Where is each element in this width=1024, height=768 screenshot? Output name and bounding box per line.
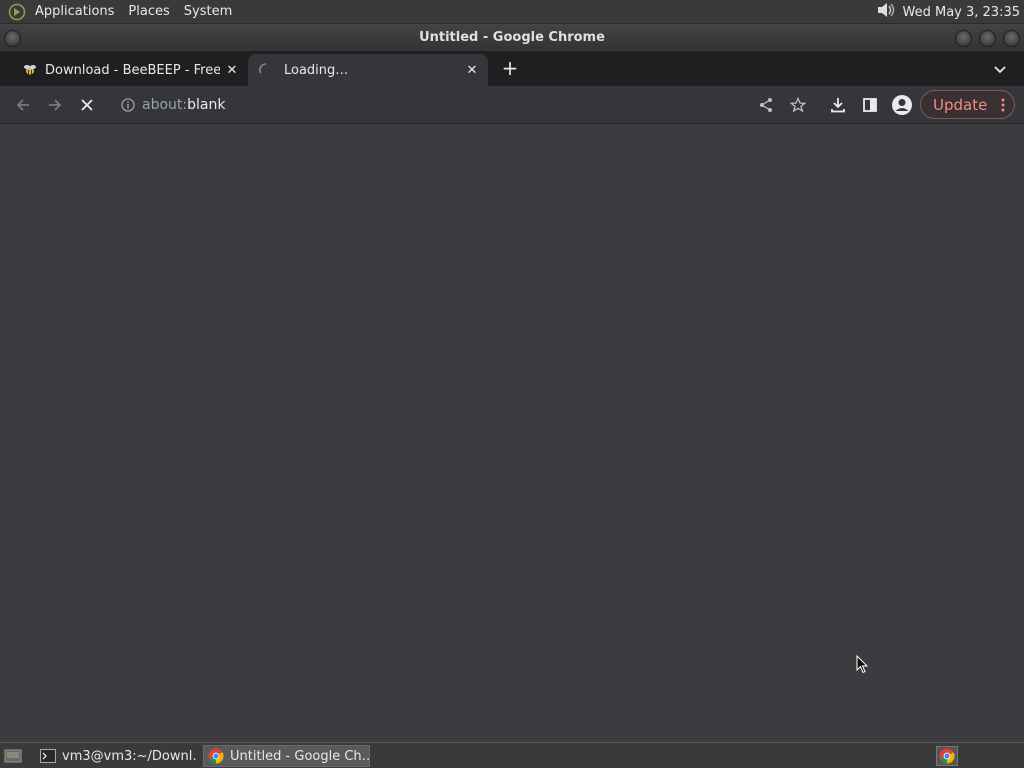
page-content-area[interactable]	[0, 125, 1024, 742]
new-tab-button[interactable]: +	[499, 56, 521, 80]
window-title: Untitled - Google Chrome	[419, 30, 605, 45]
loading-spinner-icon	[258, 62, 274, 78]
tray-chrome-icon[interactable]	[936, 746, 958, 766]
distro-logo-icon[interactable]	[6, 1, 28, 23]
stop-loading-icon[interactable]	[77, 95, 97, 115]
places-menu[interactable]: Places	[121, 0, 176, 24]
tab-loading[interactable]: Loading… ✕	[248, 54, 488, 86]
profile-avatar-icon[interactable]	[891, 94, 913, 116]
terminal-icon	[40, 748, 56, 764]
download-icon[interactable]	[828, 95, 848, 115]
mouse-cursor-icon	[856, 654, 870, 675]
url-scheme: about:	[142, 97, 188, 113]
tab-title: Loading…	[284, 62, 349, 78]
update-label: Update	[933, 95, 988, 114]
tab-search-chevron-icon[interactable]	[990, 60, 1010, 80]
kebab-menu-icon[interactable]	[1000, 97, 1006, 113]
bottom-taskbar: vm3@vm3:~/Downl… Untitled - Google Ch…	[0, 742, 1024, 768]
top-panel: Applications Places System Wed May 3, 23…	[0, 0, 1024, 24]
side-panel-icon[interactable]	[860, 95, 880, 115]
show-desktop-icon[interactable]	[3, 747, 23, 765]
close-tab-icon[interactable]: ✕	[224, 62, 240, 78]
beebeep-favicon-icon	[22, 62, 38, 78]
share-icon[interactable]	[756, 95, 776, 115]
taskbar-item-terminal[interactable]: vm3@vm3:~/Downl…	[36, 745, 198, 767]
tab-strip: Download - BeeBEEP - Free C ✕ Loading… ✕…	[0, 52, 1024, 86]
minimize-button[interactable]	[955, 30, 972, 47]
maximize-button[interactable]	[979, 30, 996, 47]
url-host: blank	[187, 97, 226, 113]
taskbar-item-chrome[interactable]: Untitled - Google Ch…	[203, 745, 370, 767]
close-tab-icon[interactable]: ✕	[464, 62, 480, 78]
clock[interactable]: Wed May 3, 23:35	[903, 5, 1020, 20]
window-titlebar[interactable]: Untitled - Google Chrome	[0, 24, 1024, 52]
back-arrow-icon[interactable]	[13, 95, 33, 115]
applications-menu[interactable]: Applications	[28, 0, 121, 24]
taskbar-item-label: Untitled - Google Ch…	[230, 748, 370, 764]
panel-tray: Wed May 3, 23:35	[875, 0, 1020, 24]
bookmark-star-icon[interactable]	[788, 95, 808, 115]
close-window-button[interactable]	[1003, 30, 1020, 47]
update-button[interactable]: Update	[920, 90, 1015, 119]
tab-beebeep[interactable]: Download - BeeBEEP - Free C ✕	[0, 54, 248, 86]
window-menu-button[interactable]	[4, 30, 21, 47]
forward-arrow-icon[interactable]	[45, 95, 65, 115]
volume-icon[interactable]	[875, 1, 897, 23]
site-info-icon[interactable]	[118, 95, 138, 115]
tab-title: Download - BeeBEEP - Free C	[45, 62, 220, 78]
url-text[interactable]: about:blank	[142, 97, 225, 113]
chrome-icon	[208, 747, 224, 765]
browser-toolbar: about:blank	[0, 86, 1024, 124]
taskbar-item-label: vm3@vm3:~/Downl…	[62, 748, 198, 764]
system-menu[interactable]: System	[177, 0, 239, 24]
